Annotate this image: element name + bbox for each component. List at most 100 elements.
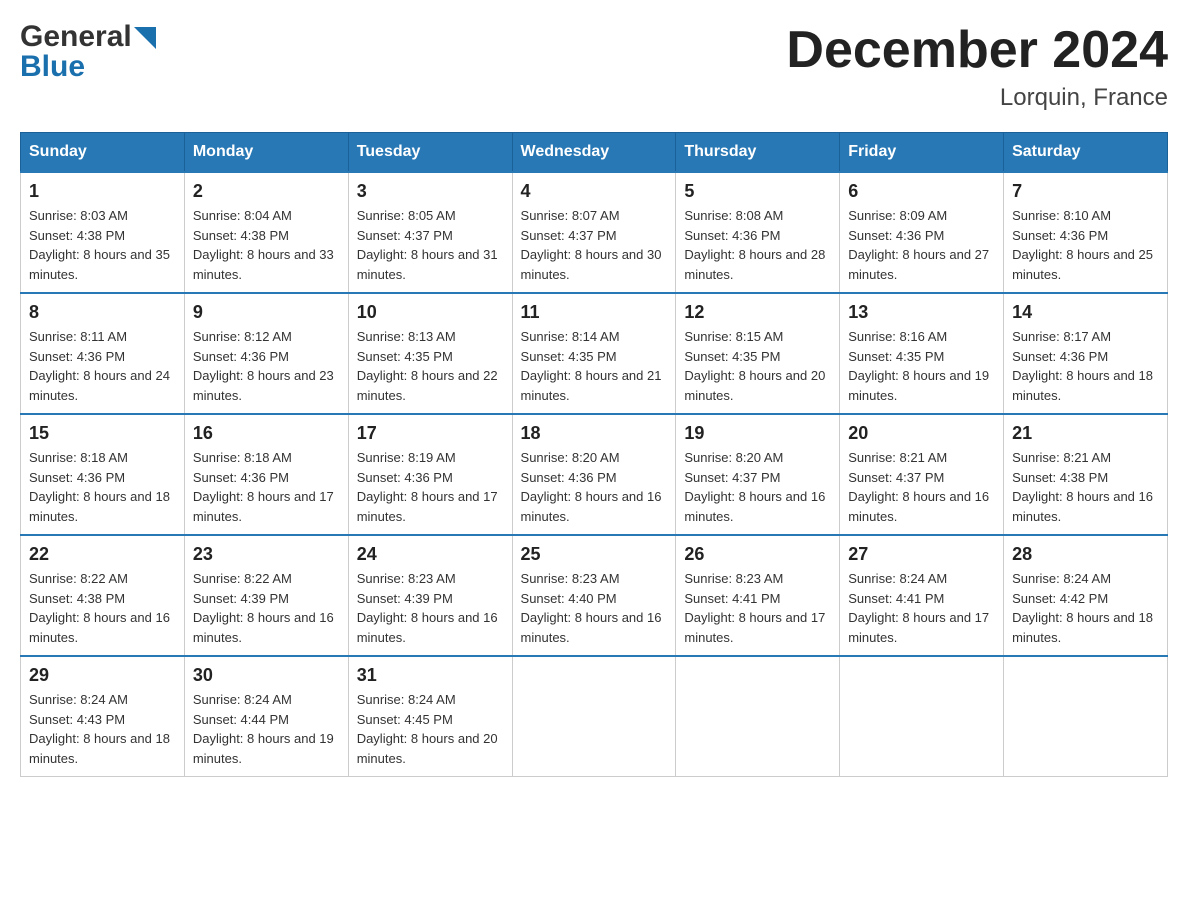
calendar-cell (1004, 656, 1168, 777)
calendar-cell: 27 Sunrise: 8:24 AM Sunset: 4:41 PM Dayl… (840, 535, 1004, 656)
day-number: 10 (357, 302, 504, 323)
day-number: 9 (193, 302, 340, 323)
header-tuesday: Tuesday (348, 133, 512, 173)
day-info: Sunrise: 8:10 AM Sunset: 4:36 PM Dayligh… (1012, 206, 1159, 284)
day-info: Sunrise: 8:24 AM Sunset: 4:43 PM Dayligh… (29, 690, 176, 768)
calendar-cell: 7 Sunrise: 8:10 AM Sunset: 4:36 PM Dayli… (1004, 172, 1168, 293)
day-info: Sunrise: 8:24 AM Sunset: 4:45 PM Dayligh… (357, 690, 504, 768)
calendar-week-3: 15 Sunrise: 8:18 AM Sunset: 4:36 PM Dayl… (21, 414, 1168, 535)
day-number: 21 (1012, 423, 1159, 444)
header-sunday: Sunday (21, 133, 185, 173)
calendar-cell: 1 Sunrise: 8:03 AM Sunset: 4:38 PM Dayli… (21, 172, 185, 293)
header-saturday: Saturday (1004, 133, 1168, 173)
calendar-cell: 16 Sunrise: 8:18 AM Sunset: 4:36 PM Dayl… (184, 414, 348, 535)
calendar-cell: 4 Sunrise: 8:07 AM Sunset: 4:37 PM Dayli… (512, 172, 676, 293)
day-info: Sunrise: 8:18 AM Sunset: 4:36 PM Dayligh… (193, 448, 340, 526)
calendar-cell: 3 Sunrise: 8:05 AM Sunset: 4:37 PM Dayli… (348, 172, 512, 293)
day-info: Sunrise: 8:22 AM Sunset: 4:39 PM Dayligh… (193, 569, 340, 647)
day-number: 30 (193, 665, 340, 686)
calendar-cell: 22 Sunrise: 8:22 AM Sunset: 4:38 PM Dayl… (21, 535, 185, 656)
day-info: Sunrise: 8:12 AM Sunset: 4:36 PM Dayligh… (193, 327, 340, 405)
day-number: 1 (29, 181, 176, 202)
day-number: 8 (29, 302, 176, 323)
day-info: Sunrise: 8:03 AM Sunset: 4:38 PM Dayligh… (29, 206, 176, 284)
calendar-cell: 23 Sunrise: 8:22 AM Sunset: 4:39 PM Dayl… (184, 535, 348, 656)
day-info: Sunrise: 8:24 AM Sunset: 4:44 PM Dayligh… (193, 690, 340, 768)
day-number: 2 (193, 181, 340, 202)
calendar-cell: 21 Sunrise: 8:21 AM Sunset: 4:38 PM Dayl… (1004, 414, 1168, 535)
calendar-week-5: 29 Sunrise: 8:24 AM Sunset: 4:43 PM Dayl… (21, 656, 1168, 777)
calendar-week-4: 22 Sunrise: 8:22 AM Sunset: 4:38 PM Dayl… (21, 535, 1168, 656)
day-info: Sunrise: 8:24 AM Sunset: 4:41 PM Dayligh… (848, 569, 995, 647)
day-info: Sunrise: 8:20 AM Sunset: 4:37 PM Dayligh… (684, 448, 831, 526)
header-thursday: Thursday (676, 133, 840, 173)
calendar-cell: 14 Sunrise: 8:17 AM Sunset: 4:36 PM Dayl… (1004, 293, 1168, 414)
calendar-week-2: 8 Sunrise: 8:11 AM Sunset: 4:36 PM Dayli… (21, 293, 1168, 414)
day-info: Sunrise: 8:11 AM Sunset: 4:36 PM Dayligh… (29, 327, 176, 405)
logo-text-blue: Blue (20, 50, 156, 84)
day-number: 31 (357, 665, 504, 686)
day-info: Sunrise: 8:23 AM Sunset: 4:41 PM Dayligh… (684, 569, 831, 647)
day-number: 28 (1012, 544, 1159, 565)
page-header: General Blue December 2024 Lorquin, Fran… (20, 20, 1168, 112)
day-number: 14 (1012, 302, 1159, 323)
calendar-cell: 17 Sunrise: 8:19 AM Sunset: 4:36 PM Dayl… (348, 414, 512, 535)
day-number: 11 (521, 302, 668, 323)
day-number: 29 (29, 665, 176, 686)
day-number: 12 (684, 302, 831, 323)
calendar-cell: 26 Sunrise: 8:23 AM Sunset: 4:41 PM Dayl… (676, 535, 840, 656)
day-info: Sunrise: 8:24 AM Sunset: 4:42 PM Dayligh… (1012, 569, 1159, 647)
day-number: 7 (1012, 181, 1159, 202)
calendar-cell: 20 Sunrise: 8:21 AM Sunset: 4:37 PM Dayl… (840, 414, 1004, 535)
calendar-cell (676, 656, 840, 777)
day-info: Sunrise: 8:19 AM Sunset: 4:36 PM Dayligh… (357, 448, 504, 526)
day-number: 5 (684, 181, 831, 202)
calendar-cell: 25 Sunrise: 8:23 AM Sunset: 4:40 PM Dayl… (512, 535, 676, 656)
calendar-cell: 10 Sunrise: 8:13 AM Sunset: 4:35 PM Dayl… (348, 293, 512, 414)
calendar-cell: 11 Sunrise: 8:14 AM Sunset: 4:35 PM Dayl… (512, 293, 676, 414)
header-friday: Friday (840, 133, 1004, 173)
day-info: Sunrise: 8:23 AM Sunset: 4:40 PM Dayligh… (521, 569, 668, 647)
calendar-table: Sunday Monday Tuesday Wednesday Thursday… (20, 132, 1168, 777)
day-info: Sunrise: 8:15 AM Sunset: 4:35 PM Dayligh… (684, 327, 831, 405)
day-number: 24 (357, 544, 504, 565)
calendar-cell (512, 656, 676, 777)
day-info: Sunrise: 8:18 AM Sunset: 4:36 PM Dayligh… (29, 448, 176, 526)
header-wednesday: Wednesday (512, 133, 676, 173)
day-info: Sunrise: 8:21 AM Sunset: 4:37 PM Dayligh… (848, 448, 995, 526)
day-info: Sunrise: 8:04 AM Sunset: 4:38 PM Dayligh… (193, 206, 340, 284)
calendar-cell: 6 Sunrise: 8:09 AM Sunset: 4:36 PM Dayli… (840, 172, 1004, 293)
day-number: 19 (684, 423, 831, 444)
day-number: 6 (848, 181, 995, 202)
day-number: 27 (848, 544, 995, 565)
day-number: 20 (848, 423, 995, 444)
day-info: Sunrise: 8:20 AM Sunset: 4:36 PM Dayligh… (521, 448, 668, 526)
calendar-cell: 30 Sunrise: 8:24 AM Sunset: 4:44 PM Dayl… (184, 656, 348, 777)
calendar-cell: 19 Sunrise: 8:20 AM Sunset: 4:37 PM Dayl… (676, 414, 840, 535)
day-info: Sunrise: 8:05 AM Sunset: 4:37 PM Dayligh… (357, 206, 504, 284)
calendar-cell: 29 Sunrise: 8:24 AM Sunset: 4:43 PM Dayl… (21, 656, 185, 777)
logo: General Blue (20, 20, 156, 84)
day-number: 18 (521, 423, 668, 444)
day-number: 17 (357, 423, 504, 444)
day-number: 25 (521, 544, 668, 565)
calendar-cell: 12 Sunrise: 8:15 AM Sunset: 4:35 PM Dayl… (676, 293, 840, 414)
day-info: Sunrise: 8:22 AM Sunset: 4:38 PM Dayligh… (29, 569, 176, 647)
day-info: Sunrise: 8:09 AM Sunset: 4:36 PM Dayligh… (848, 206, 995, 284)
calendar-cell: 28 Sunrise: 8:24 AM Sunset: 4:42 PM Dayl… (1004, 535, 1168, 656)
page-subtitle: Lorquin, France (786, 84, 1168, 112)
calendar-header: Sunday Monday Tuesday Wednesday Thursday… (21, 133, 1168, 173)
day-info: Sunrise: 8:16 AM Sunset: 4:35 PM Dayligh… (848, 327, 995, 405)
logo-top: General (20, 20, 156, 54)
day-number: 15 (29, 423, 176, 444)
day-number: 3 (357, 181, 504, 202)
day-info: Sunrise: 8:21 AM Sunset: 4:38 PM Dayligh… (1012, 448, 1159, 526)
calendar-cell: 31 Sunrise: 8:24 AM Sunset: 4:45 PM Dayl… (348, 656, 512, 777)
header-row: Sunday Monday Tuesday Wednesday Thursday… (21, 133, 1168, 173)
day-number: 22 (29, 544, 176, 565)
calendar-body: 1 Sunrise: 8:03 AM Sunset: 4:38 PM Dayli… (21, 172, 1168, 777)
calendar-cell: 9 Sunrise: 8:12 AM Sunset: 4:36 PM Dayli… (184, 293, 348, 414)
day-info: Sunrise: 8:17 AM Sunset: 4:36 PM Dayligh… (1012, 327, 1159, 405)
header-monday: Monday (184, 133, 348, 173)
calendar-cell: 13 Sunrise: 8:16 AM Sunset: 4:35 PM Dayl… (840, 293, 1004, 414)
